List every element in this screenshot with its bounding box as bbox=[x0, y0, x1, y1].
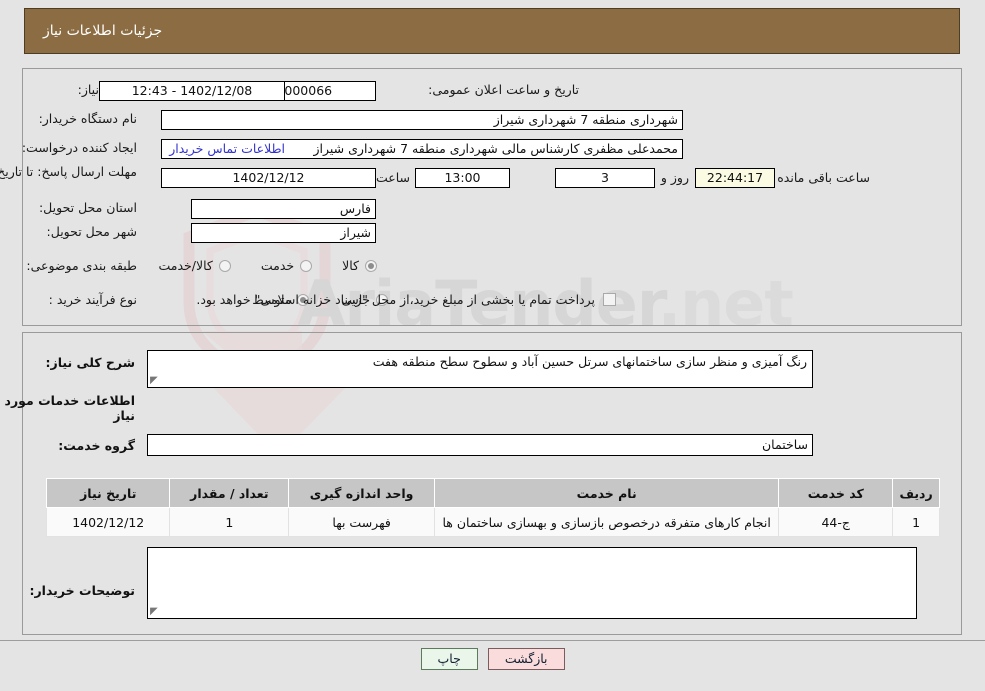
service-group-field[interactable]: ساختمان bbox=[147, 434, 813, 456]
cell-qty: 1 bbox=[169, 507, 290, 537]
category-option-kala[interactable]: کالا bbox=[342, 258, 377, 273]
buyer-notes-label: توضیحات خریدار: bbox=[29, 583, 135, 598]
buyer-notes-textarea[interactable]: ◥ bbox=[147, 547, 917, 619]
resize-grip-icon-notes[interactable]: ◥ bbox=[150, 606, 160, 617]
deadline-hour-label: ساعت bbox=[375, 170, 410, 185]
org-name-field[interactable]: شهرداری منطقه 7 شهرداری شیراز bbox=[161, 110, 683, 130]
announce-label-row: تاریخ و ساعت اعلان عمومی: bbox=[428, 82, 579, 97]
deadline-label: مهلت ارسال پاسخ: تا تاریخ: bbox=[0, 164, 137, 179]
checkbox-icon-treasury[interactable] bbox=[603, 293, 616, 306]
services-table: ردیف کد خدمت نام خدمت واحد اندازه گیری ت… bbox=[45, 478, 940, 537]
category-option-kala-khedmat[interactable]: کالا/خدمت bbox=[158, 258, 231, 273]
col-unit: واحد اندازه گیری bbox=[288, 478, 435, 508]
buyer-contact-link[interactable]: اطلاعات تماس خریدار bbox=[169, 141, 285, 156]
page-title: جزئیات اطلاعات نیاز bbox=[43, 23, 163, 39]
process-label: نوع فرآیند خرید : bbox=[48, 292, 137, 307]
org-name-label: نام دستگاه خریدار: bbox=[38, 111, 137, 126]
org-label-row: نام دستگاه خریدار: bbox=[39, 111, 137, 126]
table-header-row: ردیف کد خدمت نام خدمت واحد اندازه گیری ت… bbox=[45, 478, 940, 508]
deadline-hour-field[interactable]: 13:00 bbox=[415, 168, 510, 188]
radio-icon-khedmat[interactable] bbox=[300, 259, 313, 272]
services-section-title: اطلاعات خدمات مورد نیاز bbox=[4, 393, 135, 423]
col-name: نام خدمت bbox=[433, 478, 780, 508]
back-button[interactable]: بازگشت bbox=[487, 648, 565, 670]
category-option-khedmat-label: خدمت bbox=[260, 258, 295, 273]
city-label: شهر محل تحویل: bbox=[46, 224, 137, 239]
remaining-days-field[interactable]: 3 bbox=[555, 168, 655, 188]
print-button[interactable]: چاپ bbox=[420, 648, 478, 670]
need-summary-panel bbox=[22, 68, 962, 326]
col-qty: تعداد / مقدار bbox=[169, 478, 290, 508]
creator-label-row: ایجاد کننده درخواست: bbox=[22, 140, 137, 155]
city-label-row: شهر محل تحویل: bbox=[47, 224, 137, 239]
category-option-kala-label: کالا bbox=[342, 258, 359, 273]
general-desc-label: شرح کلی نیاز: bbox=[45, 355, 135, 370]
resize-grip-icon[interactable]: ◥ bbox=[150, 375, 160, 386]
remaining-time-label: ساعت باقی مانده bbox=[777, 170, 870, 185]
footer-divider bbox=[0, 640, 985, 641]
radio-icon-kala[interactable] bbox=[365, 259, 377, 272]
general-desc-textarea[interactable]: رنگ آمیزی و منظر سازی ساختمانهای سرتل حس… bbox=[147, 350, 813, 388]
col-code: کد خدمت bbox=[778, 478, 894, 508]
treasury-checkbox-row[interactable]: پرداخت تمام یا بخشی از مبلغ خرید،از محل … bbox=[196, 292, 616, 307]
cell-date: 1402/12/12 bbox=[45, 507, 171, 537]
cell-code: ج-44 bbox=[778, 507, 894, 537]
col-date: تاریخ نیاز bbox=[45, 478, 171, 508]
page-header: جزئیات اطلاعات نیاز bbox=[24, 8, 960, 54]
general-desc-value: رنگ آمیزی و منظر سازی ساختمانهای سرتل حس… bbox=[372, 354, 807, 369]
category-label-row: طبقه بندی موضوعی: bbox=[26, 258, 137, 273]
category-radio-group: کالا خدمت کالا/خدمت bbox=[158, 258, 377, 273]
radio-icon-kala-khedmat[interactable] bbox=[218, 259, 231, 272]
deadline-date-field[interactable]: 1402/12/12 bbox=[161, 168, 376, 188]
province-label: استان محل تحویل: bbox=[38, 200, 137, 215]
category-option-khedmat[interactable]: خدمت bbox=[260, 258, 313, 273]
process-label-row: نوع فرآیند خرید : bbox=[49, 292, 137, 307]
creator-label: ایجاد کننده درخواست: bbox=[21, 140, 137, 155]
treasury-checkbox-label: پرداخت تمام یا بخشی از مبلغ خرید،از محل … bbox=[196, 292, 595, 307]
province-field[interactable]: فارس bbox=[191, 199, 376, 219]
deadline-label-row: مهلت ارسال پاسخ: تا تاریخ: bbox=[0, 164, 137, 179]
announce-datetime-label: تاریخ و ساعت اعلان عمومی: bbox=[428, 82, 579, 97]
province-label-row: استان محل تحویل: bbox=[39, 200, 137, 215]
announce-datetime-field[interactable]: 1402/12/08 - 12:43 bbox=[99, 81, 285, 101]
service-group-label: گروه خدمت: bbox=[58, 438, 135, 453]
col-radif: ردیف bbox=[892, 478, 940, 508]
cell-radif: 1 bbox=[892, 507, 940, 537]
category-label: طبقه بندی موضوعی: bbox=[26, 258, 137, 273]
cell-name: انجام کارهای متفرقه درخصوص بازسازی و بهس… bbox=[433, 507, 780, 537]
remaining-days-label: روز و bbox=[660, 170, 689, 185]
remaining-time-field: 22:44:17 bbox=[695, 168, 775, 188]
city-field[interactable]: شیراز bbox=[191, 223, 376, 243]
table-row: 1 ج-44 انجام کارهای متفرقه درخصوص بازساز… bbox=[45, 507, 940, 537]
category-option-kala-khedmat-label: کالا/خدمت bbox=[158, 258, 213, 273]
cell-unit: فهرست بها bbox=[288, 507, 435, 537]
footer-button-row: بازگشت چاپ bbox=[0, 648, 985, 670]
